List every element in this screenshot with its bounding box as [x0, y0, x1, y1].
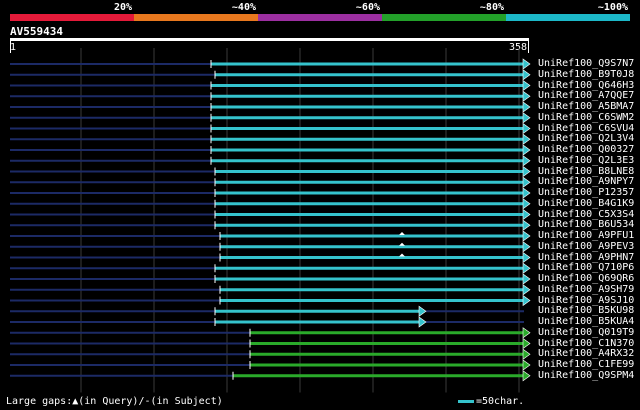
alignment-arrowhead: [522, 112, 531, 124]
hit-label[interactable]: UniRef100_Q9S7N7: [538, 58, 634, 69]
alignment-arrowhead: [522, 327, 531, 339]
alignment-arrowhead: [522, 165, 531, 178]
hit-label[interactable]: UniRef100_Q9SPM4: [538, 370, 634, 381]
alignment-arrowhead: [522, 144, 531, 156]
alignment-arrowhead: [522, 69, 531, 81]
gap-legend: Large gaps:▲(in Query)/-(in Subject): [6, 396, 223, 407]
hit-label[interactable]: UniRef100_A9PEV3: [538, 241, 634, 252]
hit-label[interactable]: UniRef100_C5X3S4: [538, 209, 634, 220]
hit-label[interactable]: UniRef100_B5KU98: [538, 305, 634, 316]
alignment-arrowhead: [522, 187, 531, 199]
legend-label: ~40%: [231, 2, 256, 13]
alignment-arrowhead: [522, 58, 531, 70]
legend-label: ~80%: [479, 2, 504, 13]
alignment-arrowhead: [418, 305, 427, 317]
alignment-arrowhead: [522, 176, 531, 188]
hit-label[interactable]: UniRef100_C1N370: [538, 338, 634, 349]
hit-label[interactable]: UniRef100_P12357: [538, 187, 634, 198]
hit-label[interactable]: UniRef100_C1FE99: [538, 359, 634, 370]
hit-label[interactable]: UniRef100_Q646H3: [538, 80, 634, 91]
alignment-arrowhead: [522, 294, 531, 307]
hit-label[interactable]: UniRef100_A9PFU1: [538, 230, 634, 241]
alignment-arrowhead: [522, 284, 531, 296]
hit-label[interactable]: UniRef100_A4RX32: [538, 348, 634, 359]
scale-key: =50char.: [458, 396, 524, 407]
alignment-arrowhead: [522, 90, 531, 102]
hit-label[interactable]: UniRef100_A9PHN7: [538, 252, 634, 263]
alignment-arrowhead: [522, 101, 531, 113]
alignment-arrowhead: [418, 316, 427, 328]
hit-label[interactable]: UniRef100_Q2L3E3: [538, 155, 634, 166]
alignment-arrowhead: [522, 251, 531, 264]
alignment-arrowhead: [522, 79, 531, 92]
alignment-arrowhead: [522, 337, 531, 350]
hit-label[interactable]: UniRef100_A7QQE7: [538, 90, 634, 101]
alignment-arrowhead: [522, 122, 531, 135]
alignment-arrowhead: [522, 230, 531, 242]
hit-label[interactable]: UniRef100_Q69QR6: [538, 273, 634, 284]
alignment-arrowhead: [522, 370, 531, 382]
hit-label[interactable]: UniRef100_B5KUA4: [538, 316, 634, 327]
hit-label[interactable]: UniRef100_Q00327: [538, 144, 634, 155]
alignment-arrowhead: [522, 208, 531, 221]
alignment-arrowhead: [522, 273, 531, 285]
legend-label: ~60%: [355, 2, 380, 13]
hit-label[interactable]: UniRef100_Q710P6: [538, 262, 634, 273]
alignment-arrowhead: [522, 133, 531, 145]
hit-label[interactable]: UniRef100_A9NPY7: [538, 176, 634, 187]
alignment-arrowhead: [522, 219, 531, 231]
alignment-arrowhead: [522, 359, 531, 371]
hit-label[interactable]: UniRef100_A9SJ10: [538, 295, 634, 306]
hit-label[interactable]: UniRef100_Q019T9: [538, 327, 634, 338]
hit-label[interactable]: UniRef100_B6U534: [538, 219, 634, 230]
alignment-arrowhead: [522, 241, 531, 253]
hit-label[interactable]: UniRef100_A5BMA7: [538, 101, 634, 112]
alignment-arrowhead: [522, 155, 531, 167]
query-gap-marker: [399, 242, 405, 246]
query-gap-marker: [399, 232, 405, 235]
hit-label[interactable]: UniRef100_B9T0J8: [538, 69, 634, 80]
hit-label[interactable]: UniRef100_C6SWM2: [538, 112, 634, 123]
hit-label[interactable]: UniRef100_Q2L3V4: [538, 133, 634, 144]
alignment-arrowhead: [522, 348, 531, 360]
hit-label[interactable]: UniRef100_B4G1K9: [538, 198, 634, 209]
hit-label[interactable]: UniRef100_B8LNE8: [538, 166, 634, 177]
legend-label: 20%: [113, 2, 132, 13]
legend-label: ~100%: [597, 2, 628, 13]
query-gap-marker: [399, 253, 405, 257]
scale-line: [458, 399, 474, 403]
scale-text: =50char.: [476, 396, 525, 407]
hit-label[interactable]: UniRef100_A9SH79: [538, 284, 634, 295]
hit-label[interactable]: UniRef100_C6SVU4: [538, 123, 634, 134]
alignment-arrowhead: [522, 262, 531, 274]
alignment-arrowhead: [522, 198, 531, 210]
